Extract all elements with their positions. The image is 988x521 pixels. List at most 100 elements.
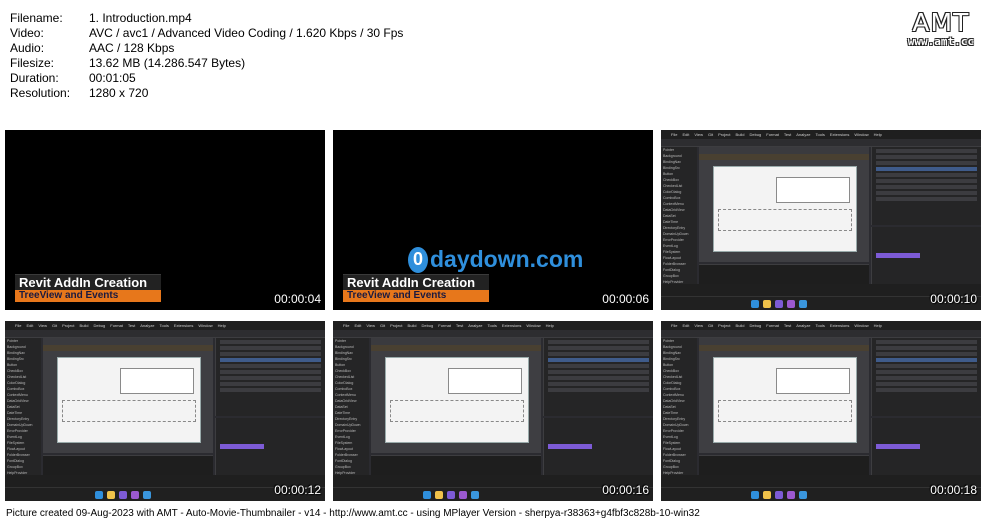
toolbox-item[interactable]: DirectoryEntry bbox=[335, 417, 367, 422]
toolbox-item[interactable]: DataSet bbox=[335, 405, 367, 410]
taskbar-app-icon[interactable] bbox=[471, 491, 479, 499]
solution-item[interactable] bbox=[876, 346, 977, 350]
ide-menu-item[interactable]: Analyze bbox=[796, 323, 810, 328]
toolbox-item[interactable]: FlowLayout bbox=[7, 447, 39, 452]
ide-menu-item[interactable]: Analyze bbox=[140, 323, 154, 328]
solution-item[interactable] bbox=[548, 364, 649, 368]
toolbox-item[interactable]: Button bbox=[663, 172, 695, 177]
taskbar-app-icon[interactable] bbox=[787, 300, 795, 308]
solution-item[interactable] bbox=[548, 340, 649, 344]
toolbox-item[interactable]: BindingSrc bbox=[663, 166, 695, 171]
solution-item[interactable] bbox=[220, 370, 321, 374]
toolbox-item[interactable]: ErrorProvider bbox=[335, 429, 367, 434]
ide-menu-item[interactable]: Test bbox=[784, 323, 791, 328]
taskbar-app-icon[interactable] bbox=[447, 491, 455, 499]
taskbar-app-icon[interactable] bbox=[423, 491, 431, 499]
toolbox-item[interactable]: DataGridView bbox=[663, 399, 695, 404]
toolbox-item[interactable]: DirectoryEntry bbox=[663, 417, 695, 422]
ide-menu-item[interactable]: Git bbox=[708, 132, 713, 137]
ide-menu-item[interactable]: View bbox=[694, 323, 703, 328]
toolbox-item[interactable]: CheckBox bbox=[663, 178, 695, 183]
toolbox-item[interactable]: DirectoryEntry bbox=[663, 226, 695, 231]
toolbox-item[interactable]: ErrorProvider bbox=[663, 238, 695, 243]
toolbox-item[interactable]: ContextMenu bbox=[663, 202, 695, 207]
solution-item[interactable] bbox=[220, 358, 321, 362]
solution-item[interactable] bbox=[220, 388, 321, 392]
taskbar-app-icon[interactable] bbox=[119, 491, 127, 499]
toolbox-item[interactable]: Background bbox=[335, 345, 367, 350]
ide-menu-item[interactable]: Tools bbox=[488, 323, 497, 328]
solution-item[interactable] bbox=[548, 352, 649, 356]
solution-item[interactable] bbox=[876, 197, 977, 201]
solution-item[interactable] bbox=[548, 388, 649, 392]
toolbox-item[interactable]: EventLog bbox=[663, 435, 695, 440]
ide-menu-item[interactable]: Tools bbox=[816, 132, 825, 137]
toolbox-item[interactable]: Button bbox=[663, 363, 695, 368]
taskbar-app-icon[interactable] bbox=[799, 491, 807, 499]
ide-menu-item[interactable]: Analyze bbox=[796, 132, 810, 137]
ide-menu-item[interactable]: Git bbox=[708, 323, 713, 328]
solution-item[interactable] bbox=[876, 382, 977, 386]
toolbox-item[interactable]: BindingNav bbox=[7, 351, 39, 356]
toolbox-item[interactable]: FontDialog bbox=[7, 459, 39, 464]
toolbox-item[interactable]: BindingNav bbox=[663, 160, 695, 165]
solution-item[interactable] bbox=[876, 340, 977, 344]
ide-menu-item[interactable]: Project bbox=[62, 323, 74, 328]
toolbox-item[interactable]: DataGridView bbox=[663, 208, 695, 213]
ide-menu-item[interactable]: Window bbox=[526, 323, 540, 328]
toolbox-item[interactable]: EventLog bbox=[7, 435, 39, 440]
toolbox-item[interactable]: CheckedList bbox=[7, 375, 39, 380]
toolbox-item[interactable]: CheckedList bbox=[335, 375, 367, 380]
ide-menu-item[interactable]: Build bbox=[736, 132, 745, 137]
toolbox-item[interactable]: Button bbox=[7, 363, 39, 368]
taskbar-app-icon[interactable] bbox=[107, 491, 115, 499]
solution-item[interactable] bbox=[220, 346, 321, 350]
solution-item[interactable] bbox=[876, 155, 977, 159]
ide-menu-item[interactable]: Help bbox=[218, 323, 226, 328]
ide-menu-item[interactable]: Help bbox=[874, 132, 882, 137]
toolbox-item[interactable]: ErrorProvider bbox=[663, 429, 695, 434]
ide-menu-item[interactable]: Git bbox=[380, 323, 385, 328]
ide-menu-item[interactable]: Debug bbox=[749, 132, 761, 137]
ide-menu-item[interactable]: Help bbox=[546, 323, 554, 328]
solution-item[interactable] bbox=[548, 376, 649, 380]
ide-menu-item[interactable]: Edit bbox=[26, 323, 33, 328]
ide-menu-item[interactable]: Project bbox=[718, 132, 730, 137]
toolbox-item[interactable]: CheckedList bbox=[663, 184, 695, 189]
solution-item[interactable] bbox=[220, 382, 321, 386]
solution-item[interactable] bbox=[548, 370, 649, 374]
toolbox-item[interactable]: DateTime bbox=[663, 411, 695, 416]
toolbox-item[interactable]: Pointer bbox=[663, 148, 695, 153]
ide-menu-item[interactable]: Extensions bbox=[830, 323, 850, 328]
solution-item[interactable] bbox=[548, 382, 649, 386]
taskbar-app-icon[interactable] bbox=[763, 491, 771, 499]
ide-menu-item[interactable]: Tools bbox=[160, 323, 169, 328]
toolbox-item[interactable]: GroupBox bbox=[663, 274, 695, 279]
toolbox-item[interactable]: CheckBox bbox=[7, 369, 39, 374]
solution-item[interactable] bbox=[876, 358, 977, 362]
toolbox-item[interactable]: DomainUpDown bbox=[7, 423, 39, 428]
thumbnail-3[interactable]: File Edit View Git Project Build Debug Format Te… bbox=[661, 130, 981, 310]
taskbar-app-icon[interactable] bbox=[751, 491, 759, 499]
toolbox-item[interactable]: BindingSrc bbox=[335, 357, 367, 362]
toolbox-item[interactable]: Background bbox=[7, 345, 39, 350]
taskbar-app-icon[interactable] bbox=[787, 491, 795, 499]
ide-menu-item[interactable]: Analyze bbox=[468, 323, 482, 328]
toolbox-item[interactable]: FlowLayout bbox=[335, 447, 367, 452]
solution-item[interactable] bbox=[876, 149, 977, 153]
ide-menu-item[interactable]: Format bbox=[110, 323, 123, 328]
toolbox-item[interactable]: BindingNav bbox=[335, 351, 367, 356]
ide-menu-item[interactable]: Test bbox=[456, 323, 463, 328]
toolbox-item[interactable]: ContextMenu bbox=[7, 393, 39, 398]
ide-menu-item[interactable]: Extensions bbox=[830, 132, 850, 137]
selected-property[interactable] bbox=[876, 253, 920, 258]
taskbar-app-icon[interactable] bbox=[131, 491, 139, 499]
toolbox-item[interactable]: GroupBox bbox=[335, 465, 367, 470]
toolbox-item[interactable]: FileSystem bbox=[7, 441, 39, 446]
toolbox-item[interactable]: FontDialog bbox=[663, 268, 695, 273]
ide-menu-item[interactable]: Window bbox=[198, 323, 212, 328]
solution-item[interactable] bbox=[220, 352, 321, 356]
thumbnail-4[interactable]: File Edit View Git Project Build Debug Format Te… bbox=[5, 321, 325, 501]
toolbox-item[interactable]: EventLog bbox=[335, 435, 367, 440]
toolbox-item[interactable]: BindingNav bbox=[663, 351, 695, 356]
